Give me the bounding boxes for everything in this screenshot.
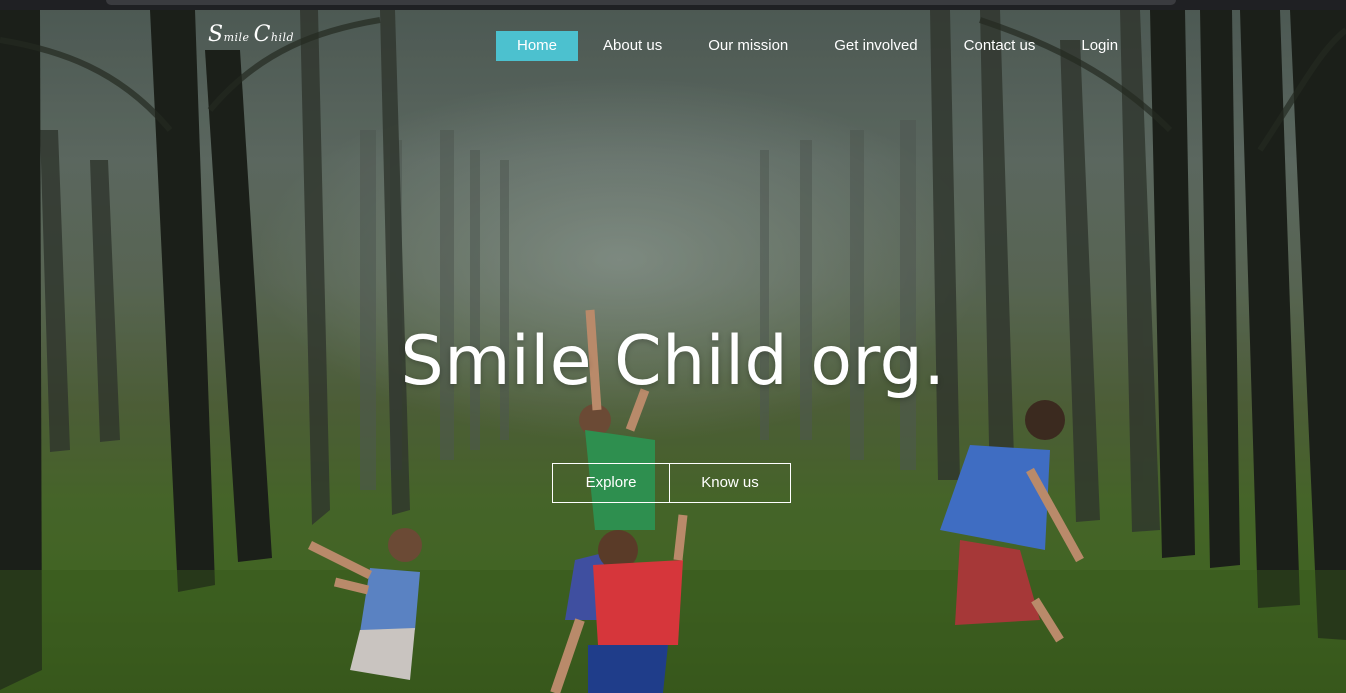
browser-top-bar bbox=[0, 0, 1346, 10]
logo-initial-c: C bbox=[253, 22, 271, 47]
logo-word-hild: hild bbox=[270, 31, 295, 44]
know-us-button[interactable]: Know us bbox=[670, 463, 791, 503]
address-bar[interactable] bbox=[106, 0, 1176, 5]
nav-about-us[interactable]: About us bbox=[582, 31, 683, 61]
child-red-shirt-center bbox=[588, 514, 688, 693]
child-blue-shirt-jumping bbox=[940, 400, 1084, 643]
hero-section: Smile Child Home About us Our mission Ge… bbox=[0, 10, 1346, 693]
nav-login[interactable]: Login bbox=[1060, 31, 1139, 61]
hero-title: Smile Child org. bbox=[400, 322, 946, 401]
nav-our-mission[interactable]: Our mission bbox=[687, 31, 809, 61]
logo-initial-s: S bbox=[208, 22, 224, 47]
main-nav: Home About us Our mission Get involved C… bbox=[496, 31, 1143, 61]
logo-word-mile: mile bbox=[223, 31, 250, 44]
child-blue-shirt-left bbox=[307, 528, 422, 680]
hero-buttons: Explore Know us bbox=[552, 463, 791, 503]
nav-home[interactable]: Home bbox=[496, 31, 579, 61]
nav-contact-us[interactable]: Contact us bbox=[943, 31, 1057, 61]
nav-get-involved[interactable]: Get involved bbox=[813, 31, 938, 61]
site-logo[interactable]: Smile Child bbox=[208, 22, 294, 47]
explore-button[interactable]: Explore bbox=[552, 463, 670, 503]
